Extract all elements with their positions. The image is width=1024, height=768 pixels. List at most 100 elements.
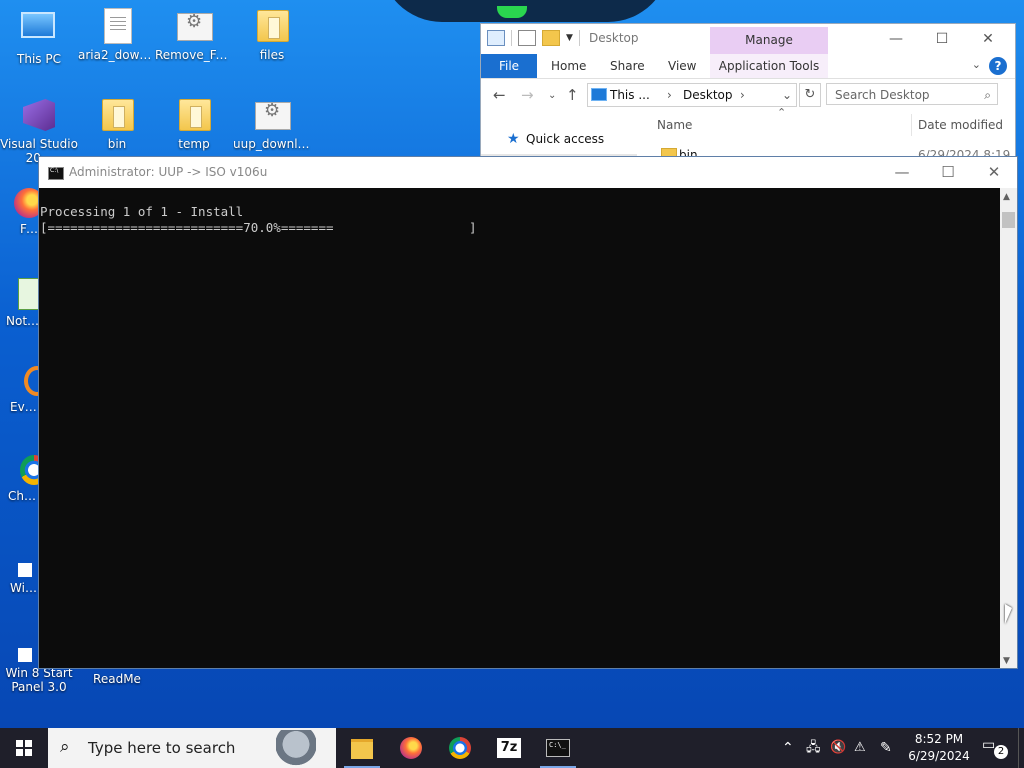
- show-hidden-icons-chevron-up-icon[interactable]: ⌃: [782, 728, 794, 768]
- tab-application-tools[interactable]: Application Tools: [710, 54, 828, 78]
- address-bar[interactable]: This ... › Desktop › ⌄: [587, 83, 797, 107]
- console-scrollbar[interactable]: ▲ ▼: [1000, 188, 1017, 668]
- help-icon[interactable]: ?: [989, 57, 1007, 75]
- new-folder-icon[interactable]: [542, 30, 560, 46]
- search-input[interactable]: Search Desktop ⌕: [826, 83, 998, 105]
- close-icon[interactable]: ✕: [965, 28, 1011, 50]
- desktop-icon-firefox[interactable]: Fire...: [0, 188, 44, 236]
- taskbar-clock[interactable]: 8:52 PM 6/29/2024: [900, 731, 978, 765]
- desktop-icon-this-pc[interactable]: This PC: [0, 8, 78, 66]
- nav-quick-access[interactable]: Quick access: [526, 132, 604, 146]
- taskbar: ⌕ Type here to search 7z ⌃ 🖧 🔇 ⚠ ✎ 8:52 …: [0, 728, 1024, 768]
- folder-icon: [176, 97, 212, 133]
- settings-file-icon: [176, 8, 213, 44]
- tab-file[interactable]: File: [481, 54, 537, 78]
- folder-icon: [99, 97, 135, 133]
- column-divider[interactable]: [911, 114, 912, 136]
- pen-workspace-icon[interactable]: ✎: [880, 728, 892, 768]
- taskbar-firefox[interactable]: [387, 728, 435, 768]
- expand-ribbon-icon[interactable]: ⌄: [972, 58, 981, 71]
- search-icon: ⌕: [60, 737, 70, 757]
- customize-dropdown-icon[interactable]: ▼: [566, 33, 573, 43]
- computer-icon: [21, 12, 57, 48]
- ribbon-tabs: File Home Share View Application Tools ⌄…: [481, 54, 1015, 79]
- desktop-icon-readme[interactable]: ReadMe: [78, 672, 156, 686]
- taskbar-file-explorer[interactable]: [338, 728, 386, 768]
- chevron-right-icon[interactable]: ›: [667, 84, 672, 106]
- 7zip-icon: 7z: [497, 738, 521, 758]
- console-line-status: Processing 1 of 1 - Install: [40, 204, 244, 219]
- breadcrumb-this-pc[interactable]: This ...: [610, 84, 650, 106]
- column-header-date[interactable]: Date modified: [918, 118, 1003, 132]
- network-icon[interactable]: 🖧: [806, 728, 821, 768]
- command-prompt-icon: [546, 739, 570, 757]
- security-alert-icon[interactable]: ⚠: [854, 728, 866, 768]
- scroll-down-icon[interactable]: ▼: [1003, 656, 1010, 666]
- chevron-down-icon[interactable]: ⌄: [782, 84, 792, 106]
- forward-arrow-icon[interactable]: →: [521, 86, 534, 104]
- properties-icon[interactable]: [487, 30, 505, 46]
- toolbar-divider: [578, 30, 580, 46]
- explorer-title-bar[interactable]: ▼ Desktop Manage — ☐ ✕: [481, 24, 1015, 54]
- tab-view[interactable]: View: [668, 54, 696, 78]
- folder-icon: [254, 8, 290, 44]
- desktop-icon-remove-fai[interactable]: Remove_Fai...: [155, 8, 233, 62]
- desktop-icon-winn[interactable]: WinN...: [0, 545, 40, 595]
- settings-file-icon: [254, 97, 291, 133]
- refresh-icon[interactable]: ↻: [799, 83, 821, 107]
- recent-locations-icon[interactable]: ⌄: [548, 90, 556, 101]
- console-title-bar[interactable]: Administrator: UUP -> ISO v106u — ☐ ✕: [39, 157, 1017, 188]
- desktop-icon-visual-studio[interactable]: Visual Studio 20...: [0, 97, 78, 165]
- minimize-icon[interactable]: —: [879, 160, 925, 184]
- console-window[interactable]: Administrator: UUP -> ISO v106u — ☐ ✕ Pr…: [38, 156, 1018, 669]
- close-icon[interactable]: ✕: [971, 160, 1017, 184]
- taskbar-7zip[interactable]: 7z: [485, 728, 533, 768]
- notifications-icon[interactable]: ▭ 2: [982, 737, 1008, 759]
- search-highlight-owl-icon[interactable]: [276, 730, 316, 766]
- navigation-bar: ← → ⌄ ↑ This ... › Desktop › ⌄ ↻ Search …: [481, 80, 1015, 110]
- chevron-right-icon[interactable]: ›: [740, 84, 745, 106]
- column-header-name[interactable]: Name: [657, 118, 692, 132]
- clock-date: 6/29/2024: [908, 749, 970, 763]
- clock-time: 8:52 PM: [914, 732, 964, 746]
- console-window-controls: — ☐ ✕: [879, 160, 1017, 184]
- taskbar-command-prompt[interactable]: [534, 728, 582, 768]
- scrollbar-thumb[interactable]: [1002, 212, 1015, 228]
- start-button[interactable]: [0, 728, 48, 768]
- breadcrumb-desktop[interactable]: Desktop: [683, 84, 733, 106]
- mouse-cursor-icon: [1005, 604, 1012, 624]
- search-icon: ⌕: [984, 88, 991, 102]
- star-icon: ★: [507, 131, 520, 147]
- tab-home[interactable]: Home: [551, 54, 586, 78]
- desktop-icon-aria2[interactable]: aria2_down...: [78, 8, 156, 62]
- desktop-icon-files[interactable]: files: [233, 8, 311, 62]
- desktop-icon-uup-download[interactable]: uup_downloa: [233, 97, 311, 151]
- checkbox-icon[interactable]: [518, 30, 536, 46]
- maximize-icon[interactable]: ☐: [919, 28, 965, 50]
- taskbar-chrome[interactable]: [436, 728, 484, 768]
- maximize-icon[interactable]: ☐: [925, 160, 971, 184]
- up-arrow-icon[interactable]: ↑: [566, 86, 579, 104]
- volume-muted-icon[interactable]: 🔇: [830, 728, 846, 768]
- scroll-up-icon[interactable]: ▲: [1003, 192, 1010, 202]
- tab-manage[interactable]: Manage: [710, 27, 828, 54]
- desktop-icon-everything[interactable]: Every...: [0, 366, 50, 414]
- file-explorer-window[interactable]: ▼ Desktop Manage — ☐ ✕ File Home Share V…: [480, 23, 1016, 165]
- desktop-icon-bin[interactable]: bin: [78, 97, 156, 151]
- command-prompt-icon[interactable]: [48, 167, 64, 180]
- console-output[interactable]: Processing 1 of 1 - Install [===========…: [39, 188, 1000, 668]
- notch-glow-decoration: [497, 6, 527, 18]
- desktop-icon-chrome[interactable]: Chrom...: [0, 455, 48, 503]
- taskbar-search-box[interactable]: ⌕ Type here to search: [48, 728, 336, 768]
- tab-share[interactable]: Share: [610, 54, 645, 78]
- desktop-icon-notepad[interactable]: Notep...: [0, 278, 46, 328]
- minimize-icon[interactable]: —: [873, 28, 919, 50]
- visual-studio-icon: [21, 97, 57, 133]
- show-desktop-button[interactable]: [1018, 728, 1019, 768]
- windows-logo-icon: [16, 740, 32, 756]
- back-arrow-icon[interactable]: ←: [493, 86, 506, 104]
- toolbar-divider: [511, 30, 512, 46]
- desktop: This PC aria2_down... Remove_Fai... file…: [0, 0, 1024, 728]
- folder-icon: [351, 739, 373, 759]
- desktop-icon-temp[interactable]: temp: [155, 97, 233, 151]
